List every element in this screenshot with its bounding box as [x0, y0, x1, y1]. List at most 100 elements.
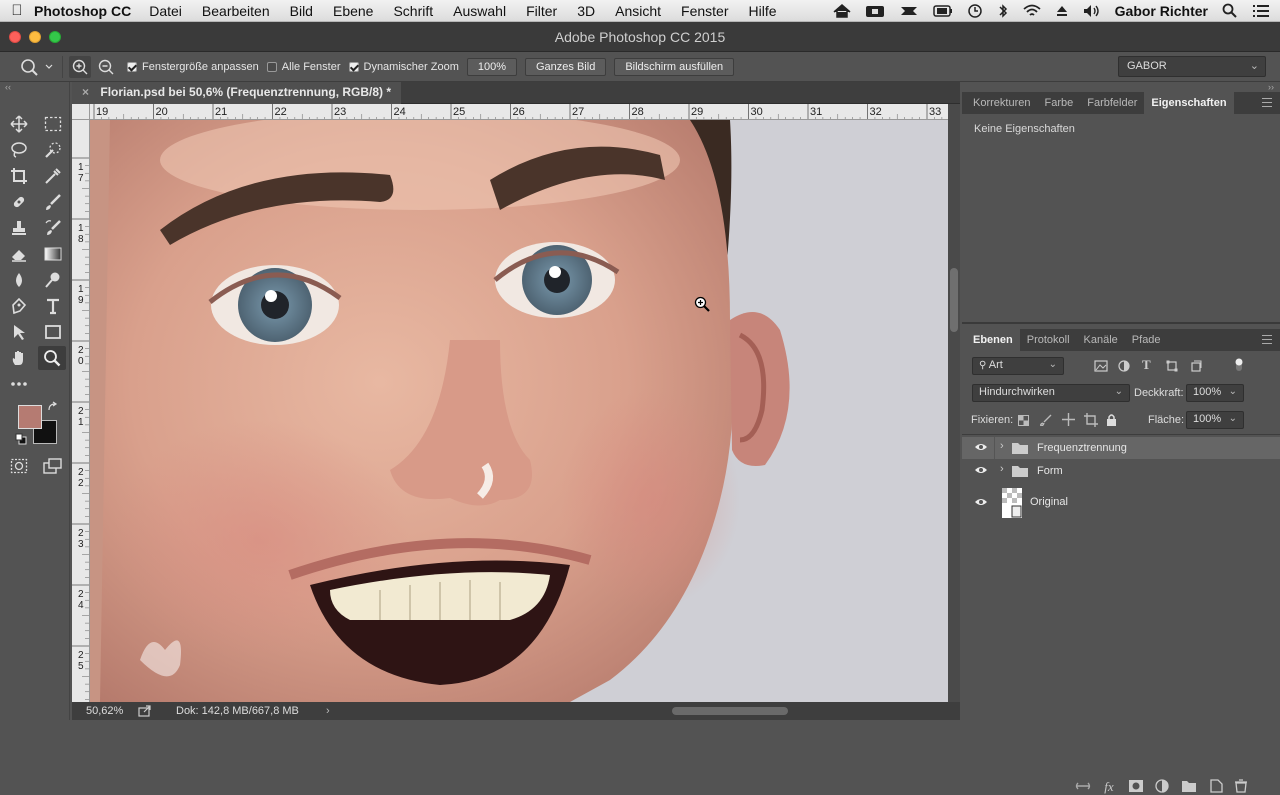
zoom-window-button[interactable] — [49, 31, 61, 43]
home-icon[interactable] — [833, 4, 851, 18]
rectangle-tool-icon[interactable] — [40, 320, 66, 344]
add-mask-icon[interactable] — [1128, 779, 1144, 793]
move-tool-icon[interactable] — [6, 112, 32, 136]
ruler-origin[interactable] — [72, 104, 90, 120]
lasso-tool-icon[interactable] — [6, 138, 32, 162]
layers-panel-menu-icon[interactable] — [1262, 335, 1272, 344]
gradient-tool-icon[interactable] — [40, 242, 66, 266]
healing-brush-tool-icon[interactable] — [6, 190, 32, 214]
menu-ebene[interactable]: Ebene — [333, 3, 373, 19]
tab-eigenschaften[interactable]: Eigenschaften — [1144, 92, 1234, 114]
menu-fenster[interactable]: Fenster — [681, 3, 728, 19]
blur-tool-icon[interactable] — [6, 268, 32, 292]
layer-name[interactable]: Form — [1037, 465, 1063, 477]
crop-tool-icon[interactable] — [6, 164, 32, 188]
new-layer-icon[interactable] — [1208, 779, 1224, 793]
visibility-eye-icon[interactable] — [974, 497, 988, 507]
zoom-100-button[interactable]: 100% — [466, 57, 517, 76]
lock-position-icon[interactable] — [1062, 413, 1075, 426]
quick-mask-icon[interactable] — [6, 454, 32, 478]
wifi-icon[interactable] — [1023, 4, 1041, 18]
expand-chevron-icon[interactable]: › — [1000, 463, 1004, 475]
swap-colors-icon[interactable] — [47, 401, 59, 413]
filter-smart-object-icon[interactable] — [1190, 360, 1202, 372]
clone-stamp-tool-icon[interactable] — [6, 216, 32, 240]
eyedropper-tool-icon[interactable] — [40, 164, 66, 188]
workspace-switcher[interactable]: GABOR ⌄ — [1118, 56, 1266, 77]
collapse-panel-icon[interactable]: ‹‹ — [5, 82, 11, 92]
layer-filter-select[interactable]: ⚲ Art ⌄ — [972, 357, 1064, 375]
all-windows-checkbox[interactable] — [266, 61, 277, 72]
more-tools-icon[interactable] — [6, 372, 32, 396]
user-name[interactable]: Gabor Richter — [1115, 3, 1208, 19]
visibility-eye-icon[interactable] — [974, 465, 988, 475]
dynamic-zoom-checkbox[interactable] — [348, 61, 359, 72]
delete-layer-trash-icon[interactable] — [1233, 779, 1249, 793]
expand-dock-icon[interactable]: ›› — [1268, 82, 1274, 92]
spotlight-search-icon[interactable] — [1222, 3, 1238, 19]
history-brush-tool-icon[interactable] — [40, 216, 66, 240]
filter-adjustment-icon[interactable] — [1118, 360, 1130, 372]
close-document-icon[interactable]: × — [82, 85, 89, 99]
new-adjustment-layer-icon[interactable] — [1154, 779, 1170, 793]
zoom-level[interactable]: 50,62% — [86, 702, 123, 720]
share-icon[interactable] — [138, 705, 152, 717]
horizontal-scroll-thumb[interactable] — [672, 707, 788, 715]
visibility-eye-icon[interactable] — [974, 442, 988, 452]
fit-window-checkbox[interactable] — [127, 61, 137, 72]
filter-toggle-icon[interactable] — [1234, 357, 1244, 373]
menu-schrift[interactable]: Schrift — [393, 3, 433, 19]
layer-style-fx-icon[interactable]: fx — [1101, 779, 1117, 794]
menu-bearbeiten[interactable]: Bearbeiten — [202, 3, 270, 19]
layer-row[interactable]: › Frequenztrennung — [962, 437, 1280, 459]
hand-tool-icon[interactable] — [6, 346, 32, 370]
menu-bild[interactable]: Bild — [290, 3, 313, 19]
display-icon[interactable] — [865, 4, 885, 18]
minimize-window-button[interactable] — [29, 31, 41, 43]
menu-filter[interactable]: Filter — [526, 3, 557, 19]
menu-auswahl[interactable]: Auswahl — [453, 3, 506, 19]
screen-mode-icon[interactable] — [40, 454, 66, 478]
layer-name[interactable]: Frequenztrennung — [1037, 442, 1127, 454]
foreground-color-swatch[interactable] — [18, 405, 42, 429]
image-canvas[interactable] — [90, 120, 948, 702]
dodge-tool-icon[interactable] — [40, 268, 66, 292]
link-layers-icon[interactable] — [1075, 779, 1091, 793]
volume-icon[interactable] — [1083, 4, 1101, 18]
layer-name[interactable]: Original — [1030, 496, 1068, 508]
menu-datei[interactable]: Datei — [149, 3, 182, 19]
properties-panel-menu-icon[interactable] — [1262, 98, 1272, 107]
type-tool-icon[interactable] — [40, 294, 66, 318]
vertical-scrollbar[interactable] — [948, 104, 960, 702]
tab-ebenen[interactable]: Ebenen — [962, 329, 1020, 351]
battery-sync-icon[interactable] — [932, 4, 953, 18]
vertical-scroll-thumb[interactable] — [950, 268, 958, 332]
lock-all-icon[interactable] — [1106, 413, 1117, 426]
filter-pixel-icon[interactable] — [1094, 360, 1108, 372]
tab-korrekturen[interactable]: Korrekturen — [962, 97, 1037, 109]
close-window-button[interactable] — [9, 31, 21, 43]
lock-image-pixels-icon[interactable] — [1040, 414, 1052, 426]
apple-menu-icon[interactable]:  — [0, 2, 34, 19]
stack-icon[interactable] — [899, 4, 919, 18]
tab-protokoll[interactable]: Protokoll — [1020, 334, 1077, 346]
document-tab[interactable]: × Florian.psd bei 50,6% (Frequenztrennun… — [72, 82, 402, 104]
filter-type-icon[interactable]: T — [1142, 357, 1151, 373]
filter-shape-icon[interactable] — [1166, 360, 1178, 372]
bluetooth-icon[interactable] — [997, 3, 1009, 19]
layer-row[interactable]: Original — [962, 486, 1280, 520]
opacity-field[interactable]: 100% ⌄ — [1186, 384, 1244, 402]
menu-3d[interactable]: 3D — [577, 3, 595, 19]
zoom-tool-icon[interactable] — [38, 346, 66, 370]
quick-selection-tool-icon[interactable] — [40, 138, 66, 162]
horizontal-ruler[interactable]: 19 20 21 22 23 24 25 26 27 28 29 30 31 32 33 — [90, 104, 948, 120]
fit-screen-button[interactable]: Ganzes Bild — [525, 57, 607, 76]
fill-field[interactable]: 100% ⌄ — [1186, 411, 1244, 429]
time-machine-icon[interactable] — [967, 3, 983, 19]
tab-farbe[interactable]: Farbe — [1037, 97, 1080, 109]
zoom-in-icon[interactable] — [69, 55, 91, 78]
vertical-ruler[interactable]: 171819202122232425 — [72, 120, 90, 702]
eraser-tool-icon[interactable] — [6, 242, 32, 266]
brush-tool-icon[interactable] — [40, 190, 66, 214]
expand-chevron-icon[interactable]: › — [1000, 440, 1004, 452]
